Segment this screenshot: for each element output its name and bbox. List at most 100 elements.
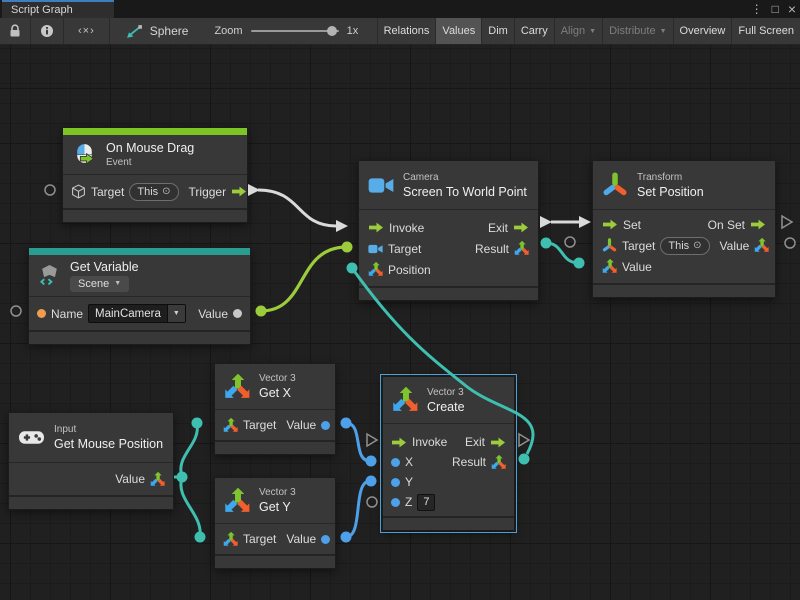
node-footer bbox=[359, 286, 538, 300]
zoom-label: Zoom bbox=[214, 25, 242, 37]
vector3-port-icon[interactable] bbox=[223, 418, 238, 433]
node-get-variable[interactable]: Get Variable Scene ▼ Name MainCamera ▼ bbox=[28, 247, 251, 345]
port-label-target: Target bbox=[243, 418, 276, 432]
port-label-position: Position bbox=[388, 263, 431, 277]
flow-out-port[interactable] bbox=[490, 437, 506, 448]
variable-name-dropdown[interactable]: MainCamera ▼ bbox=[88, 304, 186, 323]
node-title: Set Position bbox=[637, 185, 704, 199]
info-button[interactable] bbox=[31, 18, 64, 44]
event-accent-bar bbox=[63, 128, 247, 135]
variable-scope-dropdown[interactable]: Scene ▼ bbox=[70, 276, 129, 292]
port-label-target: Target bbox=[622, 239, 655, 253]
info-icon bbox=[40, 24, 54, 38]
target-this-field[interactable]: This ⊙ bbox=[129, 183, 178, 201]
node-vector3-create[interactable]: Vector 3 Create Invoke Exit X Result bbox=[382, 376, 515, 531]
float-in-port[interactable] bbox=[391, 478, 400, 487]
values-button[interactable]: Values bbox=[435, 18, 481, 44]
wire-trigger-to-invoke bbox=[248, 184, 348, 232]
target-this-field[interactable]: This ⊙ bbox=[660, 237, 709, 255]
flow-in-port[interactable] bbox=[391, 437, 407, 448]
port-label-target: Target bbox=[243, 532, 276, 546]
zoom-slider[interactable] bbox=[251, 26, 339, 36]
flow-out-port[interactable] bbox=[750, 219, 766, 230]
zoom-slider-handle[interactable] bbox=[327, 26, 337, 36]
close-icon[interactable]: × bbox=[788, 1, 796, 17]
code-icon: ‹×› bbox=[78, 25, 95, 37]
wire-exit-to-set bbox=[540, 216, 591, 228]
port-label-result: Result bbox=[452, 455, 486, 469]
port-label-value: Value bbox=[115, 472, 145, 486]
port-label-target: Target bbox=[388, 242, 421, 256]
node-title: Create bbox=[427, 400, 465, 414]
port-label-y: Y bbox=[405, 475, 413, 489]
node-title: Get Mouse Position bbox=[54, 437, 163, 451]
node-on-mouse-drag[interactable]: On Mouse Drag Event Target This ⊙ Trigge… bbox=[62, 127, 248, 223]
open-port-mouse-drag-target bbox=[45, 185, 55, 195]
node-subtitle: Event bbox=[106, 157, 194, 168]
relations-button[interactable]: Relations bbox=[377, 18, 436, 44]
transform-port-icon[interactable] bbox=[602, 238, 617, 253]
vector3-port-icon[interactable] bbox=[602, 259, 617, 274]
gamepad-icon bbox=[18, 429, 45, 446]
flow-out-port[interactable] bbox=[231, 186, 247, 197]
port-label-z: Z bbox=[405, 495, 412, 509]
flow-out-port[interactable] bbox=[513, 222, 529, 233]
maximize-icon[interactable]: □ bbox=[772, 2, 779, 16]
lock-button[interactable] bbox=[0, 18, 31, 44]
graph-canvas[interactable]: On Mouse Drag Event Target This ⊙ Trigge… bbox=[0, 45, 800, 600]
port-label-result: Result bbox=[475, 242, 509, 256]
code-preview-button[interactable]: ‹×› bbox=[64, 18, 110, 44]
port-label-invoke: Invoke bbox=[389, 221, 424, 235]
chevron-down-icon: ▼ bbox=[114, 280, 121, 287]
flow-in-port[interactable] bbox=[368, 222, 384, 233]
overview-button[interactable]: Overview bbox=[673, 18, 732, 44]
vector3-port-icon[interactable] bbox=[150, 472, 165, 487]
port-label-x: X bbox=[405, 455, 413, 469]
carry-button[interactable]: Carry bbox=[514, 18, 554, 44]
float-in-port[interactable] bbox=[391, 498, 400, 507]
gameobject-port-icon[interactable] bbox=[71, 184, 86, 199]
script-graph-window: Script Graph ⋮ □ × ‹×› Sphere Zoom 1x Re… bbox=[0, 0, 800, 600]
float-in-port[interactable] bbox=[391, 458, 400, 467]
vector3-port-icon[interactable] bbox=[223, 532, 238, 547]
open-port-transform-target bbox=[565, 237, 575, 247]
object-out-port[interactable] bbox=[233, 309, 242, 318]
tab-script-graph[interactable]: Script Graph bbox=[2, 0, 114, 18]
open-port-transform-value-out bbox=[785, 238, 795, 248]
float-out-port[interactable] bbox=[321, 421, 330, 430]
vector3-port-icon[interactable] bbox=[514, 241, 529, 256]
vector3-port-icon[interactable] bbox=[491, 455, 506, 470]
flow-in-port[interactable] bbox=[602, 219, 618, 230]
node-footer bbox=[593, 283, 775, 297]
node-vector3-get-x[interactable]: Vector 3 Get X Target Value bbox=[214, 363, 336, 455]
graph-toolbar: ‹×› Sphere Zoom 1x Relations Values Dim … bbox=[0, 18, 800, 45]
object-picker-icon[interactable]: ⊙ bbox=[693, 240, 701, 251]
node-title: On Mouse Drag bbox=[106, 141, 194, 155]
node-screen-to-world-point[interactable]: Camera Screen To World Point Invoke Exit… bbox=[358, 160, 539, 301]
distribute-dropdown[interactable]: Distribute▼ bbox=[602, 18, 672, 44]
string-port[interactable] bbox=[37, 309, 46, 318]
vector3-port-icon[interactable] bbox=[754, 238, 769, 253]
camera-port-icon[interactable] bbox=[368, 244, 383, 254]
node-footer bbox=[383, 516, 514, 530]
node-get-mouse-position[interactable]: Input Get Mouse Position Value bbox=[8, 412, 174, 510]
node-set-position[interactable]: Transform Set Position Set On Set Target bbox=[592, 160, 776, 298]
window-menu-icon[interactable]: ⋮ bbox=[751, 2, 763, 16]
chevron-down-icon: ▼ bbox=[167, 305, 185, 322]
node-title: Get X bbox=[259, 386, 296, 400]
float-out-port[interactable] bbox=[321, 535, 330, 544]
node-category: Camera bbox=[403, 172, 527, 183]
vector3-port-icon[interactable] bbox=[368, 262, 383, 277]
node-vector3-get-y[interactable]: Vector 3 Get Y Target Value bbox=[214, 477, 336, 569]
variable-accent-bar bbox=[29, 248, 250, 255]
chevron-down-icon: ▼ bbox=[589, 28, 596, 35]
z-value-field[interactable]: 7 bbox=[417, 494, 435, 511]
dim-button[interactable]: Dim bbox=[481, 18, 514, 44]
object-picker-icon[interactable]: ⊙ bbox=[162, 186, 170, 197]
port-label-invoke: Invoke bbox=[412, 435, 447, 449]
port-label-value: Value bbox=[198, 307, 228, 321]
align-dropdown[interactable]: Align▼ bbox=[554, 18, 602, 44]
graph-name: Sphere bbox=[150, 24, 189, 38]
full-screen-button[interactable]: Full Screen bbox=[731, 18, 800, 44]
graph-icon bbox=[126, 24, 143, 39]
